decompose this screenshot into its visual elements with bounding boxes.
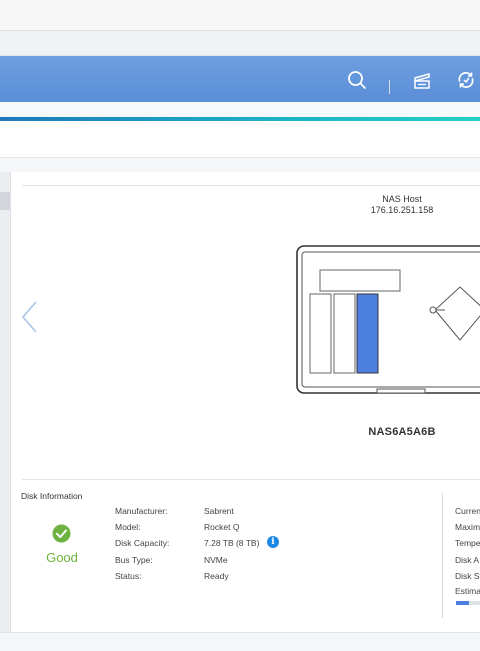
nas-host-label: NAS Host (382, 194, 422, 204)
nas-name: NAS6A5A6B (368, 426, 436, 438)
info-icon[interactable]: i (267, 536, 279, 548)
tab-strip (0, 31, 480, 56)
drive-bay-2 (333, 293, 356, 374)
capacity-label: Disk Capacity: (115, 538, 170, 548)
divider (22, 479, 480, 480)
disk-access-label: Disk A (455, 555, 480, 565)
status-label: Status: (115, 571, 142, 581)
health-status: Good (46, 550, 78, 565)
estimate-progress-bar (456, 601, 480, 605)
drive-bay-1 (309, 293, 332, 374)
capacity-value: 7.28 TB (8 TB) (204, 538, 260, 548)
model-value: Rocket Q (204, 522, 240, 532)
page-bottom-bar (0, 632, 480, 651)
search-icon[interactable] (345, 68, 369, 92)
header-subbar (0, 102, 480, 116)
manufacturer-label: Manufacturer: (115, 506, 168, 516)
model-label: Model: (115, 522, 141, 532)
left-rail[interactable] (0, 172, 11, 632)
nas-device-diagram (295, 244, 480, 400)
nas-host-ip: 176.16.251.158 (370, 205, 434, 215)
previous-arrow-icon[interactable] (18, 300, 42, 334)
browser-bar (0, 0, 480, 31)
temperature-label: Tempe (455, 538, 480, 548)
left-rail-selected-item[interactable] (0, 192, 10, 210)
sync-icon[interactable] (454, 68, 478, 92)
current-temp-label: Curren (455, 506, 480, 516)
disk-status-label: Disk S (455, 571, 480, 581)
task-icon[interactable] (410, 68, 434, 92)
disk-info-title: Disk Information (21, 491, 83, 501)
estimate-label: Estima (455, 586, 480, 596)
bus-type-label: Bus Type: (115, 555, 153, 565)
manufacturer-value: Sabrent (204, 506, 234, 516)
toolbar-area (0, 121, 480, 158)
app-header (0, 56, 480, 102)
max-temp-label: Maxim (455, 522, 480, 532)
estimate-progress-fill (456, 601, 470, 605)
drive-bay-selected (356, 293, 379, 374)
divider (22, 185, 480, 186)
divider (442, 493, 443, 618)
check-icon (52, 524, 71, 543)
header-divider (389, 80, 390, 94)
bus-type-value: NVMe (204, 555, 228, 565)
status-value: Ready (204, 571, 229, 581)
